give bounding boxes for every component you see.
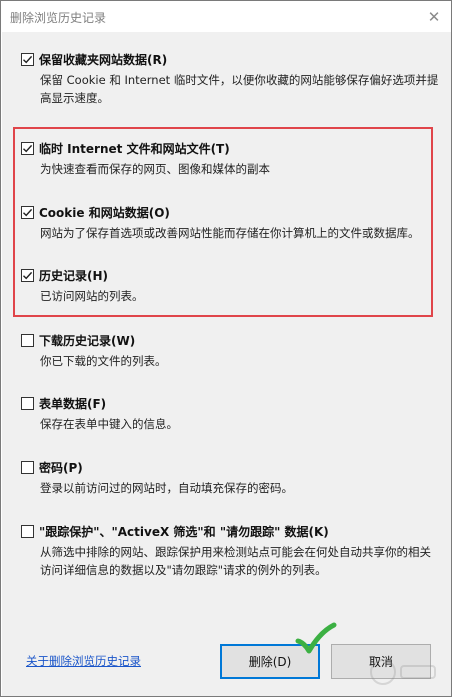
option-description: 从筛选中排除的网站、跟踪保护用来检测站点可能会在何处自动共享你的相关访问详细信息… xyxy=(40,545,431,577)
option-form-data: 表单数据(F) 保存在表单中键入的信息。 xyxy=(21,395,431,433)
close-button[interactable]: ✕ xyxy=(417,1,451,32)
option-description: 保留 Cookie 和 Internet 临时文件，以便你收藏的网站能够保存偏好… xyxy=(40,73,439,105)
option-temp-internet-files: 临时 Internet 文件和网站文件(T) 为快速查看而保存的网页、图像和媒体… xyxy=(21,140,431,178)
history-checkbox[interactable] xyxy=(21,269,34,282)
dialog-body: 保留收藏夹网站数据(R) 保留 Cookie 和 Internet 临时文件，以… xyxy=(2,32,451,696)
option-description: 登录以前访问过的网站时，自动填充保存的密码。 xyxy=(40,481,293,495)
green-checkmark-icon xyxy=(295,622,337,654)
option-description: 保存在表单中键入的信息。 xyxy=(40,417,178,431)
checkmark-icon xyxy=(23,208,33,217)
title-bar: 删除浏览历史记录 ✕ xyxy=(1,1,451,32)
checkmark-icon xyxy=(23,271,33,280)
delete-browsing-history-dialog: 删除浏览历史记录 ✕ 保留收藏夹网站数据(R) 保留 Cookie 和 Inte… xyxy=(0,0,452,697)
option-passwords: 密码(P) 登录以前访问过的网站时，自动填充保存的密码。 xyxy=(21,459,431,497)
download-history-checkbox[interactable] xyxy=(21,334,34,347)
checkmark-icon xyxy=(23,144,33,153)
temp-internet-files-checkbox[interactable] xyxy=(21,142,34,155)
option-download-history: 下载历史记录(W) 你已下载的文件的列表。 xyxy=(21,332,431,370)
about-delete-history-link[interactable]: 关于删除浏览历史记录 xyxy=(26,653,141,669)
option-label[interactable]: 下载历史记录(W) xyxy=(39,332,135,349)
option-label[interactable]: 保留收藏夹网站数据(R) xyxy=(39,51,167,68)
window-title: 删除浏览历史记录 xyxy=(10,11,107,25)
option-description: 为快速查看而保存的网页、图像和媒体的副本 xyxy=(40,162,270,176)
option-label[interactable]: Cookie 和网站数据(O) xyxy=(39,204,170,221)
tracking-protection-checkbox[interactable] xyxy=(21,525,34,538)
form-data-checkbox[interactable] xyxy=(21,397,34,410)
option-description: 你已下载的文件的列表。 xyxy=(40,354,167,368)
option-label[interactable]: 历史记录(H) xyxy=(39,267,108,284)
close-icon: ✕ xyxy=(427,7,441,26)
option-history: 历史记录(H) 已访问网站的列表。 xyxy=(21,267,431,305)
option-cookies: Cookie 和网站数据(O) 网站为了保存首选项或改善网站性能而存储在你计算机… xyxy=(21,204,431,242)
option-preserve-favorites: 保留收藏夹网站数据(R) 保留 Cookie 和 Internet 临时文件，以… xyxy=(21,51,438,107)
option-label[interactable]: 临时 Internet 文件和网站文件(T) xyxy=(39,140,230,157)
checkmark-icon xyxy=(23,55,33,64)
option-tracking-protection: "跟踪保护"、"ActiveX 筛选"和 "请勿跟踪" 数据(K) 从筛选中排除… xyxy=(21,523,431,579)
option-description: 网站为了保存首选项或改善网站性能而存储在你计算机上的文件或数据库。 xyxy=(40,226,420,240)
option-label[interactable]: 密码(P) xyxy=(39,459,83,476)
cookies-checkbox[interactable] xyxy=(21,206,34,219)
passwords-checkbox[interactable] xyxy=(21,461,34,474)
preserve-favorites-checkbox[interactable] xyxy=(21,53,34,66)
option-label[interactable]: 表单数据(F) xyxy=(39,395,106,412)
watermark-icon xyxy=(370,659,436,685)
option-description: 已访问网站的列表。 xyxy=(40,289,144,303)
delete-button-label: 删除(D) xyxy=(248,655,292,669)
option-label[interactable]: "跟踪保护"、"ActiveX 筛选"和 "请勿跟踪" 数据(K) xyxy=(39,523,329,540)
